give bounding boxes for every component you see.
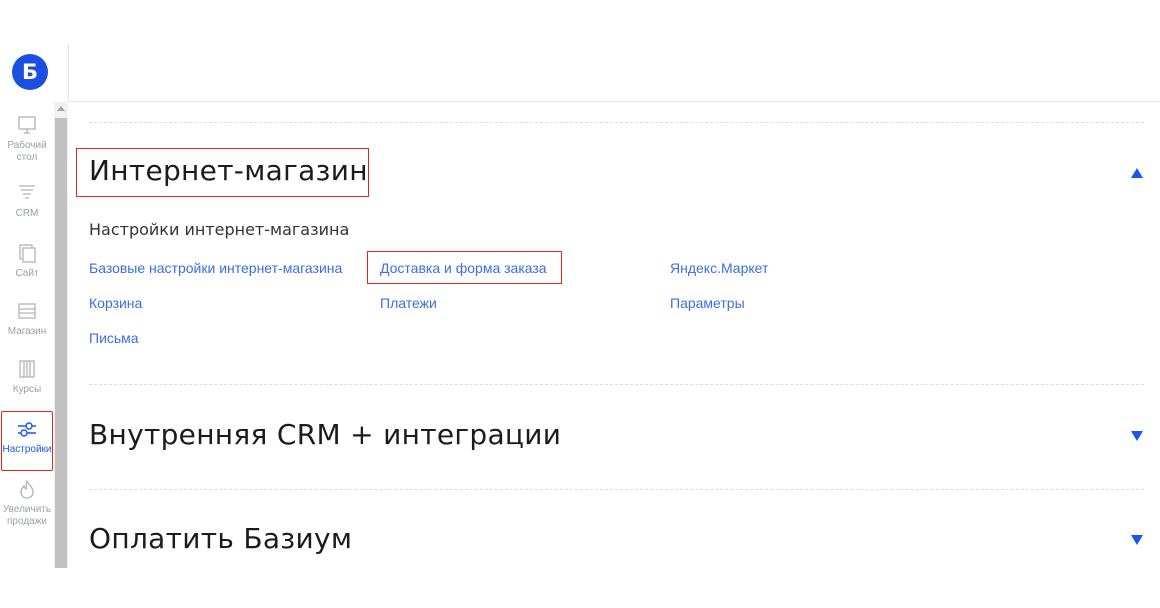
link-yandex-market[interactable]: Яндекс.Маркет: [670, 260, 768, 276]
section-divider: [89, 122, 1144, 123]
sidebar-item-site[interactable]: Сайт: [0, 242, 54, 280]
sidebar-item-label: стол: [16, 152, 38, 163]
sidebar-item-sales[interactable]: Увеличить продажи: [0, 478, 54, 528]
sidebar-item-settings[interactable]: Настройки: [1, 411, 53, 471]
section-title-shop[interactable]: Интернет-магазин: [89, 154, 368, 187]
sidebar-nav: Рабочий стол CRM Сайт Магазин Курсы Наст…: [0, 102, 54, 568]
scroll-up-arrow-icon[interactable]: [54, 102, 68, 116]
link-parameters[interactable]: Параметры: [670, 295, 745, 311]
sidebar-scrollbar[interactable]: [54, 102, 68, 568]
flame-icon: [20, 479, 34, 499]
sidebar-item-label: Магазин: [7, 326, 47, 337]
funnel-icon: [19, 185, 35, 199]
link-letters[interactable]: Письма: [89, 330, 139, 346]
courses-icon: [19, 360, 35, 378]
sidebar-item-label: CRM: [15, 208, 39, 219]
sidebar-item-label: Рабочий: [7, 140, 47, 151]
section-title-crm[interactable]: Внутренняя CRM + интеграции: [89, 418, 561, 451]
logo[interactable]: Б: [12, 54, 48, 90]
sliders-icon: [18, 422, 36, 437]
shop-settings-subheading: Настройки интернет-магазина: [89, 220, 350, 239]
settings-main: Интернет-магазин Настройки интернет-мага…: [69, 102, 1160, 568]
sidebar-item-label: продажи: [7, 516, 47, 527]
section-divider: [89, 489, 1144, 490]
sidebar: Б Рабочий стол CRM Сайт Магазин Курсы На…: [0, 44, 69, 568]
pages-icon: [19, 244, 36, 263]
section-title-pay[interactable]: Оплатить Базиум: [89, 522, 352, 555]
sidebar-item-dashboard[interactable]: Рабочий стол: [0, 114, 54, 164]
sidebar-item-label: Увеличить: [2, 504, 52, 515]
sidebar-item-label: Курсы: [12, 384, 42, 395]
link-cart[interactable]: Корзина: [89, 295, 142, 311]
sidebar-item-shop[interactable]: Магазин: [0, 300, 54, 338]
monitor-icon: [18, 116, 36, 134]
expand-arrow-icon[interactable]: [1130, 430, 1144, 442]
sidebar-divider: [68, 44, 69, 102]
sidebar-item-courses[interactable]: Курсы: [0, 358, 54, 396]
section-divider: [89, 384, 1144, 385]
sidebar-item-label: Настройки: [2, 444, 52, 455]
shop-icon: [18, 303, 36, 319]
sidebar-item-label: Сайт: [15, 268, 39, 279]
link-basic-settings[interactable]: Базовые настройки интернет-магазина: [89, 260, 342, 276]
link-delivery-order-form[interactable]: Доставка и форма заказа: [380, 260, 547, 276]
sidebar-item-crm[interactable]: CRM: [0, 182, 54, 220]
collapse-arrow-icon[interactable]: [1130, 167, 1144, 179]
scroll-thumb[interactable]: [55, 118, 67, 568]
expand-arrow-icon[interactable]: [1130, 534, 1144, 546]
link-payments[interactable]: Платежи: [380, 295, 437, 311]
